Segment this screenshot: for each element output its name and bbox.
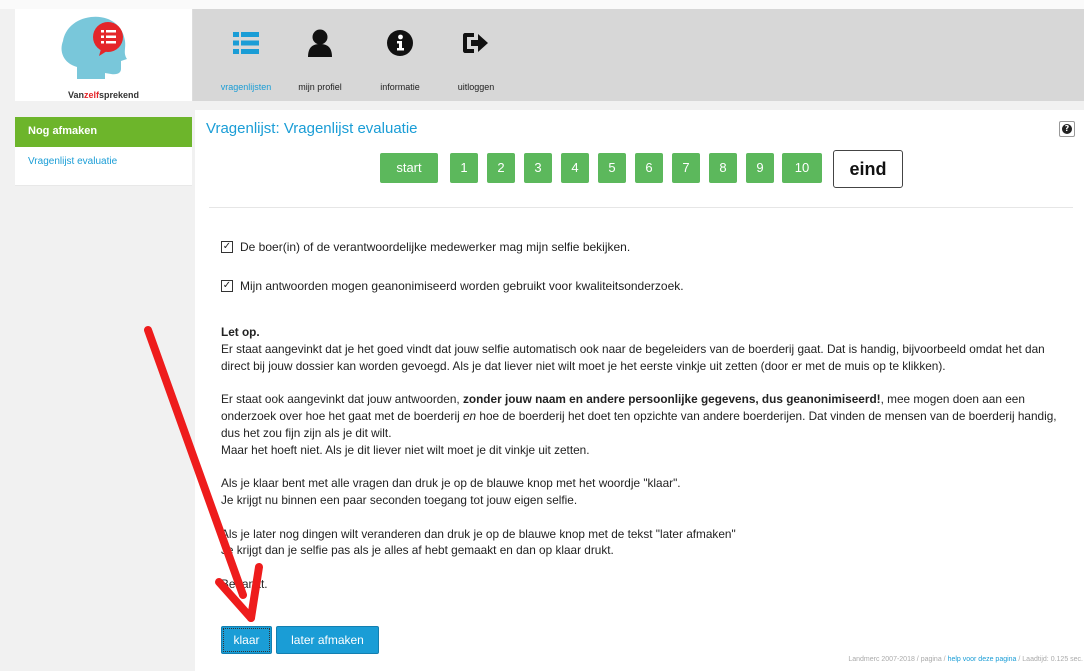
page-button-4[interactable]: 4 — [561, 153, 589, 183]
list-icon — [213, 23, 279, 63]
page-button-5[interactable]: 5 — [598, 153, 626, 183]
page-button-3[interactable]: 3 — [524, 153, 552, 183]
nav-item-uitloggen[interactable]: uitloggen — [448, 23, 504, 92]
notice-text: Let op. Er staat aangevinkt dat je het g… — [221, 324, 1071, 610]
done-button[interactable]: klaar — [221, 626, 272, 654]
footer: Landmerc 2007-2018 / pagina / help voor … — [848, 656, 1083, 663]
page-button-7[interactable]: 7 — [672, 153, 700, 183]
page-button-1[interactable]: 1 — [450, 153, 478, 183]
page-button-9[interactable]: 9 — [746, 153, 774, 183]
page-button-eind[interactable]: eind — [833, 150, 903, 188]
page-button-8[interactable]: 8 — [709, 153, 737, 183]
page-button-start[interactable]: start — [380, 153, 438, 183]
help-button[interactable]: ? — [1059, 121, 1075, 137]
later-button[interactable]: later afmaken — [276, 626, 379, 654]
nav-item-mijn-profiel[interactable]: mijn profiel — [289, 23, 351, 92]
nav-item-vragenlijsten[interactable]: vragenlijsten — [213, 23, 279, 92]
page-button-2[interactable]: 2 — [487, 153, 515, 183]
notice-paragraph-4: Als je later nog dingen wilt veranderen … — [221, 526, 736, 558]
info-icon — [367, 23, 433, 63]
notice-thanks: Bedankt. — [221, 576, 268, 591]
page-button-6[interactable]: 6 — [635, 153, 663, 183]
checkbox-checked-icon[interactable]: ✓ — [221, 241, 233, 253]
consent-checkbox-selfie[interactable]: ✓ De boer(in) of de verantwoordelijke me… — [221, 240, 630, 254]
logo-text: Vanzelfsprekend — [67, 90, 140, 100]
footer-help-link[interactable]: help voor deze pagina — [948, 656, 1017, 663]
sidebar-item-vragenlijst-evaluatie[interactable]: Vragenlijst evaluatie — [15, 147, 192, 186]
divider — [209, 207, 1073, 208]
sidebar-header: Nog afmaken — [15, 117, 192, 147]
notice-heading: Let op. — [221, 325, 260, 339]
notice-paragraph-3: Als je klaar bent met alle vragen dan dr… — [221, 476, 681, 507]
nav-item-informatie[interactable]: informatie — [367, 23, 433, 92]
main-panel: Vragenlijst: Vragenlijst evaluatie ? sta… — [195, 110, 1084, 671]
sidebar: Nog afmaken Vragenlijst evaluatie — [15, 117, 192, 186]
help-icon: ? — [1062, 124, 1072, 134]
logout-icon — [448, 23, 504, 63]
page-button-10[interactable]: 10 — [782, 153, 822, 183]
top-nav: vragenlijsten mijn profiel informatie ui… — [193, 9, 1084, 101]
notice-paragraph-1: Er staat aangevinkt dat je het goed vind… — [221, 341, 1045, 373]
logo-head-icon — [61, 16, 127, 79]
user-icon — [289, 23, 351, 63]
top-strip — [0, 0, 1084, 9]
logo[interactable]: Vanzelfsprekend — [15, 9, 193, 101]
page-title: Vragenlijst: Vragenlijst evaluatie — [206, 120, 418, 137]
checkbox-checked-icon[interactable]: ✓ — [221, 280, 233, 292]
consent-checkbox-research[interactable]: ✓ Mijn antwoorden mogen geanonimiseerd w… — [221, 279, 684, 293]
notice-paragraph-2: Er staat ook aangevinkt dat jouw antwoor… — [221, 392, 1057, 457]
